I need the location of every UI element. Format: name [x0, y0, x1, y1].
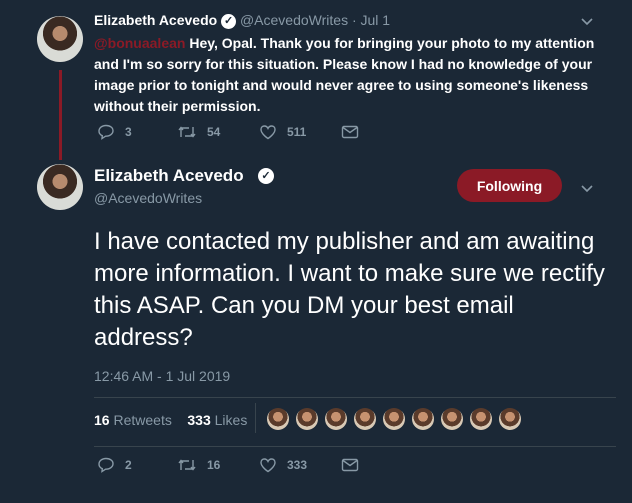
retweet-count: 54	[207, 125, 221, 139]
author-name[interactable]: Elizabeth Acevedo	[94, 12, 217, 28]
envelope-icon	[341, 458, 359, 472]
retweet-button[interactable]: 16	[177, 458, 259, 472]
retweet-icon	[178, 459, 196, 471]
tweet-actions: 2 16 333	[97, 457, 369, 473]
tweet-text: I have contacted my publisher and am awa…	[94, 228, 605, 351]
likes-stat[interactable]: 333 Likes	[187, 412, 247, 428]
heart-icon	[260, 458, 276, 473]
retweets-label: Retweets	[113, 412, 172, 428]
divider	[94, 397, 616, 398]
author-handle[interactable]: @AcevedoWrites	[94, 190, 202, 206]
reply-button[interactable]: 3	[97, 124, 177, 140]
reply-count: 2	[125, 458, 132, 472]
liker-avatar[interactable]	[470, 408, 492, 430]
avatar[interactable]	[37, 164, 83, 210]
retweets-stat[interactable]: 16 Retweets	[94, 412, 172, 428]
reply-icon	[98, 457, 114, 473]
like-button[interactable]: 511	[259, 124, 341, 140]
stats-separator	[255, 403, 256, 433]
tweet-text: @bonuaalean Hey, Opal. Thank you for bri…	[94, 33, 614, 117]
heart-icon	[260, 125, 276, 140]
verified-icon: ✓	[221, 14, 237, 29]
chevron-down-icon[interactable]	[581, 14, 593, 29]
liker-avatars	[267, 408, 528, 430]
reply-button[interactable]: 2	[97, 457, 177, 473]
like-button[interactable]: 333	[259, 457, 341, 473]
mention-link[interactable]: @bonuaalean	[94, 35, 185, 51]
liker-avatar[interactable]	[267, 408, 289, 430]
reply-count: 3	[125, 125, 132, 139]
thread-connector	[59, 70, 62, 160]
tweet-date[interactable]: · Jul 1	[352, 12, 390, 28]
liker-avatar[interactable]	[354, 408, 376, 430]
liker-avatar[interactable]	[383, 408, 405, 430]
tweet-timestamp[interactable]: 12:46 AM - 1 Jul 2019	[94, 368, 230, 384]
liker-avatar[interactable]	[325, 408, 347, 430]
author-name[interactable]: Elizabeth Acevedo	[94, 166, 244, 186]
retweet-count: 16	[207, 458, 221, 472]
message-button[interactable]	[341, 125, 369, 139]
divider	[94, 446, 616, 447]
retweet-icon	[178, 126, 196, 138]
tweet-header: Elizabeth Acevedo ✓ @AcevedoWrites · Jul…	[94, 12, 390, 29]
like-count: 511	[287, 125, 307, 139]
liker-avatar[interactable]	[296, 408, 318, 430]
liker-avatar[interactable]	[412, 408, 434, 430]
chevron-down-icon[interactable]	[581, 181, 593, 196]
verified-icon: ✓	[258, 168, 274, 184]
reply-icon	[98, 124, 114, 140]
like-total: 333	[187, 412, 211, 428]
following-button[interactable]: Following	[457, 169, 562, 202]
likes-label: Likes	[214, 412, 248, 428]
like-count: 333	[287, 458, 308, 472]
retweet-total: 16	[94, 412, 110, 428]
liker-avatar[interactable]	[499, 408, 521, 430]
tweet-actions: 3 54 511	[97, 124, 369, 140]
author-handle[interactable]: @AcevedoWrites	[240, 12, 348, 28]
engagement-stats: 16 Retweets 333 Likes	[94, 412, 247, 428]
message-button[interactable]	[341, 458, 369, 472]
retweet-button[interactable]: 54	[177, 125, 259, 139]
liker-avatar[interactable]	[441, 408, 463, 430]
avatar[interactable]	[37, 16, 83, 62]
envelope-icon	[341, 125, 359, 139]
